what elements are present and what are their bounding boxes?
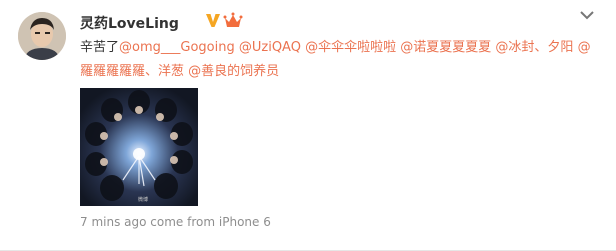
mention-link[interactable]: @UziQAQ	[239, 40, 301, 55]
mention-link[interactable]: @伞伞伞啦啦啦	[305, 40, 396, 55]
avatar-image	[18, 12, 66, 60]
mention-link[interactable]: @善良的饲养员	[188, 64, 279, 79]
verified-v-icon[interactable]	[205, 12, 221, 28]
mention-link[interactable]: @诺夏夏夏夏夏	[400, 40, 491, 55]
avatar[interactable]	[18, 12, 66, 60]
vip-crown-icon[interactable]	[223, 12, 243, 28]
username[interactable]: 灵药LoveLing	[80, 13, 179, 33]
post-photo[interactable]: 微博	[80, 88, 198, 206]
post-text-prefix: 辛苦了	[80, 40, 120, 55]
post-timestamp[interactable]: 7 mins ago	[80, 215, 146, 229]
post-meta: 7 mins ago come from iPhone 6	[80, 215, 271, 229]
team-circle-photo	[80, 88, 198, 206]
post-source-link[interactable]: iPhone 6	[219, 215, 271, 229]
mention-link[interactable]: @冰封、夕阳	[495, 40, 573, 55]
mention-link[interactable]: @omg___Gogoing	[119, 40, 235, 55]
chevron-down-icon[interactable]	[580, 10, 594, 20]
post-text: 辛苦了@omg___Gogoing @UziQAQ @伞伞伞啦啦啦 @诺夏夏夏夏…	[80, 36, 600, 84]
post-source-prefix: come from	[150, 215, 216, 229]
photo-watermark: 微博	[138, 197, 149, 203]
weibo-post-card: 灵药LoveLing 辛苦了@omg___Gogoing @UziQAQ @伞伞…	[0, 0, 616, 251]
